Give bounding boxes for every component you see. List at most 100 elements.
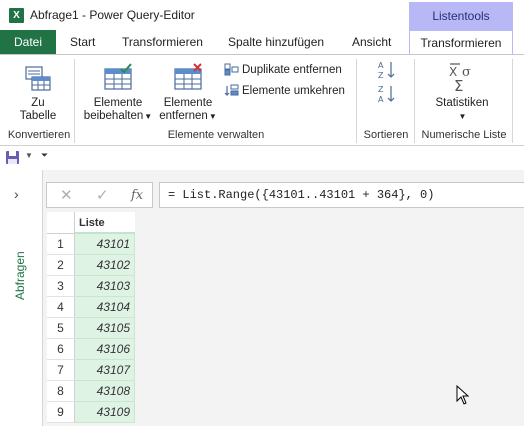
group-label-sort: Sortieren	[363, 129, 409, 141]
row-number[interactable]: 7	[47, 360, 75, 381]
dropdown-arrow-icon: ▼	[458, 112, 467, 121]
dropdown-arrow-icon: ▼	[144, 112, 153, 121]
context-group-label: Listentools	[432, 9, 490, 23]
statistics-label: Statistiken	[435, 97, 489, 109]
statistics-icon: X σ Σ	[449, 63, 471, 93]
tab-view[interactable]: Ansicht	[348, 30, 395, 54]
save-dropdown-arrow-icon[interactable]: ▼	[25, 151, 33, 160]
table-cell[interactable]: 43106	[75, 339, 135, 360]
dropdown-arrow-icon: ▼	[208, 112, 217, 121]
table-cell[interactable]: 43107	[75, 360, 135, 381]
row-number[interactable]: 1	[47, 234, 75, 255]
group-divider	[74, 59, 75, 143]
table-row[interactable]: 6 43106	[47, 339, 135, 360]
title-bar: X Abfrage1 - Power Query-Editor Listento…	[0, 0, 524, 30]
table-cell[interactable]: 43105	[75, 318, 135, 339]
customize-toolbar-icon[interactable]: ⏷	[41, 150, 48, 161]
keep-items-button[interactable]: Elemente beibehalten▼	[82, 63, 154, 123]
svg-text:Z: Z	[378, 85, 384, 94]
table-row[interactable]: 4 43104	[47, 297, 135, 318]
tab-add-column[interactable]: Spalte hinzufügen	[224, 30, 328, 54]
remove-items-icon	[174, 63, 202, 90]
to-table-label-1: Zu	[31, 97, 45, 109]
table-row[interactable]: 7 43107	[47, 360, 135, 381]
sort-ascending-button[interactable]: A Z	[372, 59, 402, 85]
quick-access-toolbar: ▼ ⏷	[0, 146, 524, 170]
to-table-icon	[25, 66, 51, 91]
sort-ascending-icon: A Z	[378, 61, 395, 80]
keep-items-icon	[104, 63, 132, 90]
keep-items-label-1: Elemente	[93, 97, 143, 109]
statistics-button[interactable]: X σ Σ Statistiken ▼	[428, 61, 496, 123]
cancel-icon[interactable]: ✕	[60, 186, 73, 204]
group-label-numeric-list: Numerische Liste	[421, 129, 507, 141]
to-table-button[interactable]: Zu Tabelle	[10, 63, 66, 123]
queries-pane-label: Abfragen	[13, 251, 27, 300]
column-header-liste[interactable]: Liste	[75, 212, 135, 234]
keep-items-label-2: beibehalten▼	[82, 110, 154, 123]
grid-rows: 1 43101 2 43102 3 43103 4 43104 5 43105 6 43106 7 431…	[47, 234, 135, 423]
svg-text:A: A	[378, 95, 384, 104]
svg-text:A: A	[378, 61, 384, 70]
group-divider	[512, 59, 513, 143]
queries-pane[interactable]: › Abfragen	[0, 170, 42, 426]
remove-items-label-2: entfernen▼	[156, 110, 220, 123]
data-preview-area: ✕ ✓ fx = List.Range({43101..43101 + 364}…	[42, 170, 524, 426]
sort-descending-icon: Z A	[378, 85, 395, 104]
data-grid: Liste 1 43101 2 43102 3 43103 4 43104 5 43105 6 431…	[47, 212, 135, 423]
remove-items-button[interactable]: Elemente entfernen▼	[156, 63, 220, 123]
ribbon: Zu Tabelle Konvertieren Elemente beibeha…	[0, 54, 524, 146]
table-row[interactable]: 1 43101	[47, 234, 135, 255]
mouse-cursor-icon	[456, 385, 470, 405]
keep-items-label-2-text: beibehalten	[83, 110, 144, 122]
expand-chevron-icon[interactable]: ›	[14, 186, 19, 202]
fx-icon[interactable]: fx	[131, 188, 143, 203]
table-cell[interactable]: 43109	[75, 402, 135, 423]
table-row[interactable]: 3 43103	[47, 276, 135, 297]
queries-pane-label-container: Abfragen	[6, 236, 36, 306]
row-number[interactable]: 9	[47, 402, 75, 423]
grid-header: Liste	[47, 212, 135, 234]
confirm-icon[interactable]: ✓	[96, 186, 109, 204]
save-icon[interactable]	[5, 150, 20, 165]
svg-text:Z: Z	[378, 71, 384, 80]
group-label-convert: Konvertieren	[7, 129, 71, 141]
formula-input[interactable]: = List.Range({43101..43101 + 364}, 0)	[159, 182, 524, 208]
row-number[interactable]: 2	[47, 255, 75, 276]
remove-duplicates-label: Duplikate entfernen	[242, 64, 342, 76]
table-row[interactable]: 2 43102	[47, 255, 135, 276]
remove-duplicates-icon	[224, 63, 239, 76]
table-row[interactable]: 5 43105	[47, 318, 135, 339]
reverse-items-label: Elemente umkehren	[242, 85, 345, 97]
tab-transform[interactable]: Transformieren	[118, 30, 207, 54]
table-cell[interactable]: 43102	[75, 255, 135, 276]
table-row[interactable]: 8 43108	[47, 381, 135, 402]
row-number[interactable]: 3	[47, 276, 75, 297]
group-divider	[356, 59, 357, 143]
tab-file[interactable]: Datei	[0, 30, 56, 54]
excel-icon: X	[9, 8, 24, 23]
svg-text:Σ: Σ	[454, 77, 463, 93]
reverse-items-icon	[224, 84, 239, 97]
tab-start[interactable]: Start	[66, 30, 99, 54]
table-row[interactable]: 9 43109	[47, 402, 135, 423]
table-cell[interactable]: 43103	[75, 276, 135, 297]
tab-transform-list[interactable]: Transformieren	[409, 30, 513, 55]
ribbon-tabs: Datei Start Transformieren Spalte hinzuf…	[0, 30, 524, 55]
table-cell[interactable]: 43108	[75, 381, 135, 402]
remove-items-label-2-text: entfernen	[159, 110, 208, 122]
table-cell[interactable]: 43104	[75, 297, 135, 318]
sort-descending-button[interactable]: Z A	[372, 83, 402, 109]
reverse-items-button[interactable]: Elemente umkehren	[224, 82, 345, 100]
grid-corner[interactable]	[47, 212, 75, 234]
to-table-label-2: Tabelle	[19, 110, 57, 122]
window-title: Abfrage1 - Power Query-Editor	[30, 8, 195, 22]
formula-bar-buttons: ✕ ✓ fx	[46, 182, 153, 208]
row-number[interactable]: 6	[47, 339, 75, 360]
row-number[interactable]: 5	[47, 318, 75, 339]
group-label-manage-items: Elemente verwalten	[167, 129, 265, 141]
table-cell[interactable]: 43101	[75, 234, 135, 255]
remove-duplicates-button[interactable]: Duplikate entfernen	[224, 61, 342, 79]
row-number[interactable]: 8	[47, 381, 75, 402]
row-number[interactable]: 4	[47, 297, 75, 318]
